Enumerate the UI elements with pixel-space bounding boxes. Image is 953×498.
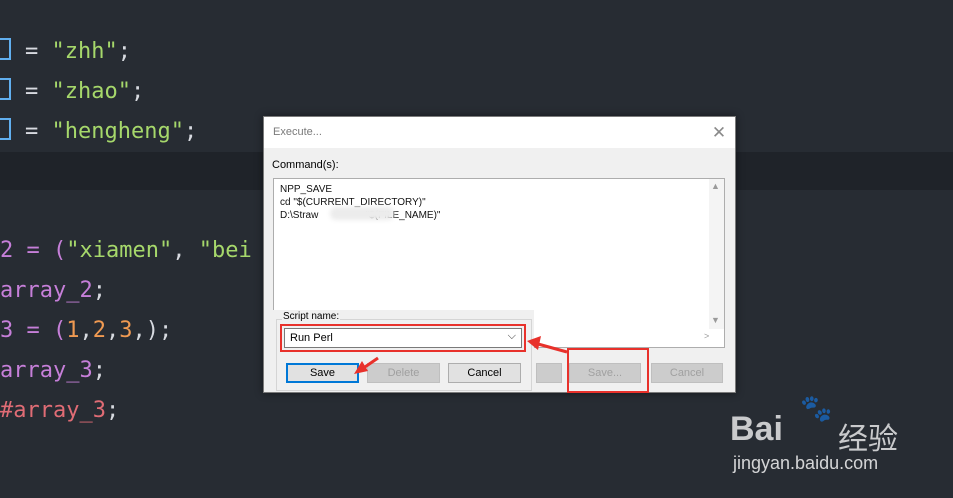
annotation-arrowhead: [354, 361, 368, 374]
paw-icon: 🐾: [800, 393, 833, 423]
watermark-brand: Bai: [730, 410, 783, 448]
watermark-url: jingyan.baidu.com: [733, 453, 879, 473]
watermark-brand-cn: 经验: [838, 423, 898, 456]
annotation-arrow-line: [537, 342, 568, 354]
annotation-arrowhead: [527, 336, 541, 350]
